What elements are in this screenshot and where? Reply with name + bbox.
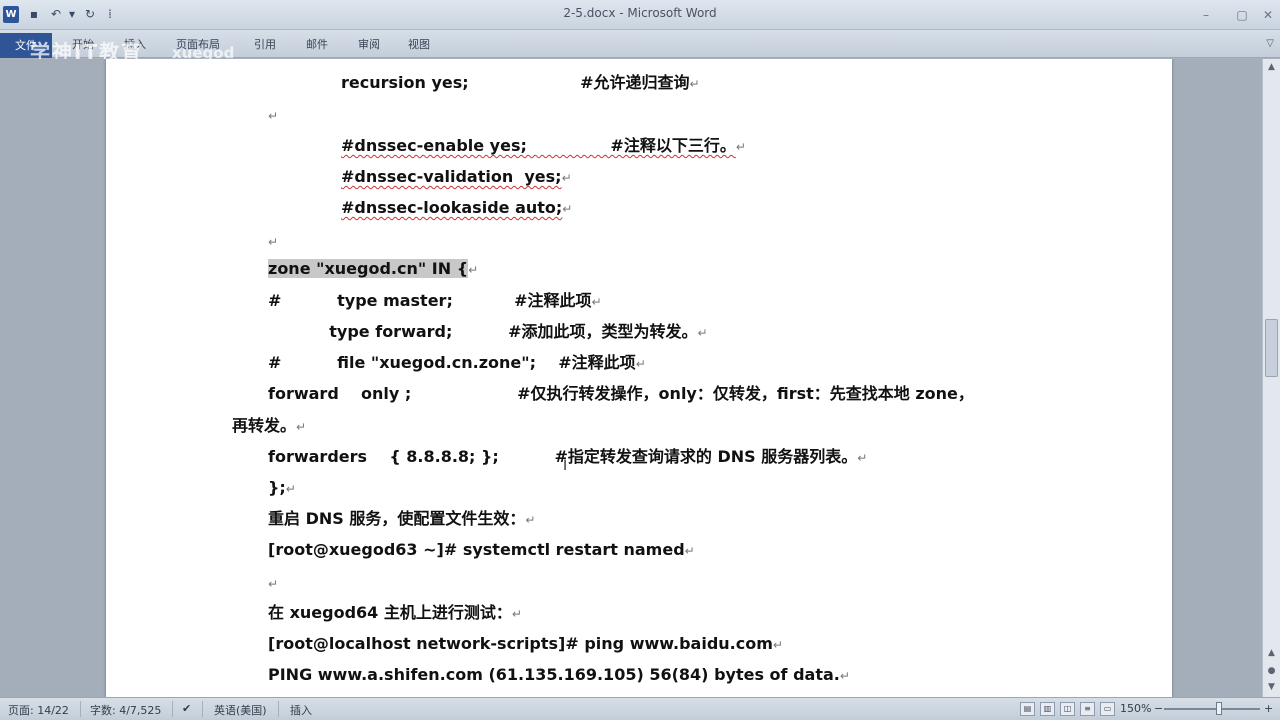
zoom-level[interactable]: 150% — [1120, 702, 1151, 715]
title-bar: W ▪ ↶ ▾ ↻ ⁞ 2-5.docx - Microsoft Word – … — [0, 0, 1280, 30]
zoom-slider[interactable] — [1164, 708, 1260, 710]
language-indicator[interactable]: 英语(美国) — [214, 702, 267, 718]
page-count[interactable]: 页面: 14/22 — [8, 702, 69, 718]
tab-review[interactable]: 审阅 — [358, 36, 380, 52]
document-page[interactable]: recursion yes; #允许递归查询↵ ↵ #dnssec-enable… — [106, 59, 1172, 697]
zoom-in-icon[interactable]: + — [1264, 702, 1273, 715]
status-bar: 页面: 14/22 字数: 4/7,525 ✔ 英语(美国) 插入 ▤ ▥ ◫ … — [0, 697, 1280, 720]
proofing-icon[interactable]: ✔ — [182, 702, 191, 715]
vertical-scrollbar[interactable]: ▲ ▲ ● ▼ — [1262, 59, 1280, 697]
status-divider — [80, 701, 81, 717]
status-divider — [278, 701, 279, 717]
doc-line[interactable]: #dnssec-lookaside auto;↵ — [341, 198, 572, 219]
doc-line[interactable]: recursion yes; #允许递归查询↵ — [341, 73, 700, 94]
tab-insert[interactable]: 插入 — [124, 36, 146, 52]
tab-home[interactable]: 开始 — [72, 36, 94, 52]
tab-references[interactable]: 引用 — [254, 36, 276, 52]
tab-view[interactable]: 视图 — [408, 36, 430, 52]
close-icon[interactable]: ✕ — [1258, 8, 1278, 22]
maximize-icon[interactable]: ▢ — [1232, 8, 1252, 22]
doc-line[interactable]: 再转发。↵ — [232, 416, 306, 437]
document-area[interactable]: recursion yes; #允许递归查询↵ ↵ #dnssec-enable… — [0, 59, 1280, 697]
next-page-icon[interactable]: ▼ — [1263, 679, 1280, 695]
doc-line[interactable]: #dnssec-validation yes;↵ — [341, 167, 572, 188]
insert-mode[interactable]: 插入 — [290, 702, 312, 718]
prev-page-icon[interactable]: ▲ — [1263, 645, 1280, 661]
minimize-icon[interactable]: – — [1196, 8, 1216, 22]
full-screen-reading-icon[interactable]: ▥ — [1040, 702, 1055, 716]
text-cursor-icon: I — [563, 458, 568, 474]
ribbon-expand-icon[interactable]: ▽ — [1266, 38, 1274, 49]
status-divider — [172, 701, 173, 717]
draft-icon[interactable]: ▭ — [1100, 702, 1115, 716]
ribbon-tabs: 文件 开始 插入 页面布局 引用 邮件 审阅 视图 ▽ — [0, 30, 1280, 58]
doc-line[interactable]: 在 xuegod64 主机上进行测试：↵ — [268, 603, 522, 624]
outline-icon[interactable]: ≡ — [1080, 702, 1095, 716]
doc-line[interactable]: };↵ — [268, 478, 296, 499]
zoom-slider-thumb[interactable] — [1216, 702, 1222, 715]
web-layout-icon[interactable]: ◫ — [1060, 702, 1075, 716]
scroll-up-icon[interactable]: ▲ — [1263, 59, 1280, 75]
tab-file[interactable]: 文件 — [0, 33, 52, 58]
doc-line[interactable]: # file "xuegod.cn.zone"; #注释此项↵ — [268, 353, 646, 374]
print-layout-icon[interactable]: ▤ — [1020, 702, 1035, 716]
scroll-thumb[interactable] — [1265, 319, 1278, 377]
word-count[interactable]: 字数: 4/7,525 — [90, 702, 161, 718]
doc-line[interactable]: ↵ — [268, 573, 278, 594]
doc-line[interactable]: 重启 DNS 服务，使配置文件生效：↵ — [268, 509, 535, 530]
doc-line[interactable]: PING www.a.shifen.com (61.135.169.105) 5… — [268, 665, 850, 686]
zoom-out-icon[interactable]: − — [1154, 702, 1163, 715]
doc-line[interactable]: ↵ — [268, 231, 278, 252]
doc-line[interactable]: forward only ; #仅执行转发操作，only：仅转发，first：先… — [268, 384, 974, 405]
doc-line[interactable]: ↵ — [268, 105, 278, 126]
doc-line[interactable]: type forward; #添加此项，类型为转发。↵ — [268, 322, 707, 343]
tab-mailings[interactable]: 邮件 — [306, 36, 328, 52]
doc-line[interactable]: [root@xuegod63 ~]# systemctl restart nam… — [268, 540, 695, 561]
status-divider — [202, 701, 203, 717]
browse-object-icon[interactable]: ● — [1263, 663, 1280, 679]
window-title: 2-5.docx - Microsoft Word — [563, 6, 717, 20]
tab-page-layout[interactable]: 页面布局 — [176, 36, 220, 52]
doc-line-selected[interactable]: zone "xuegod.cn" IN {↵ — [268, 259, 478, 280]
doc-line[interactable]: # type master; #注释此项↵ — [268, 291, 602, 312]
doc-line[interactable]: [root@localhost network-scripts]# ping w… — [268, 634, 783, 655]
doc-line[interactable]: #dnssec-enable yes; #注释以下三行。↵ — [341, 136, 746, 157]
